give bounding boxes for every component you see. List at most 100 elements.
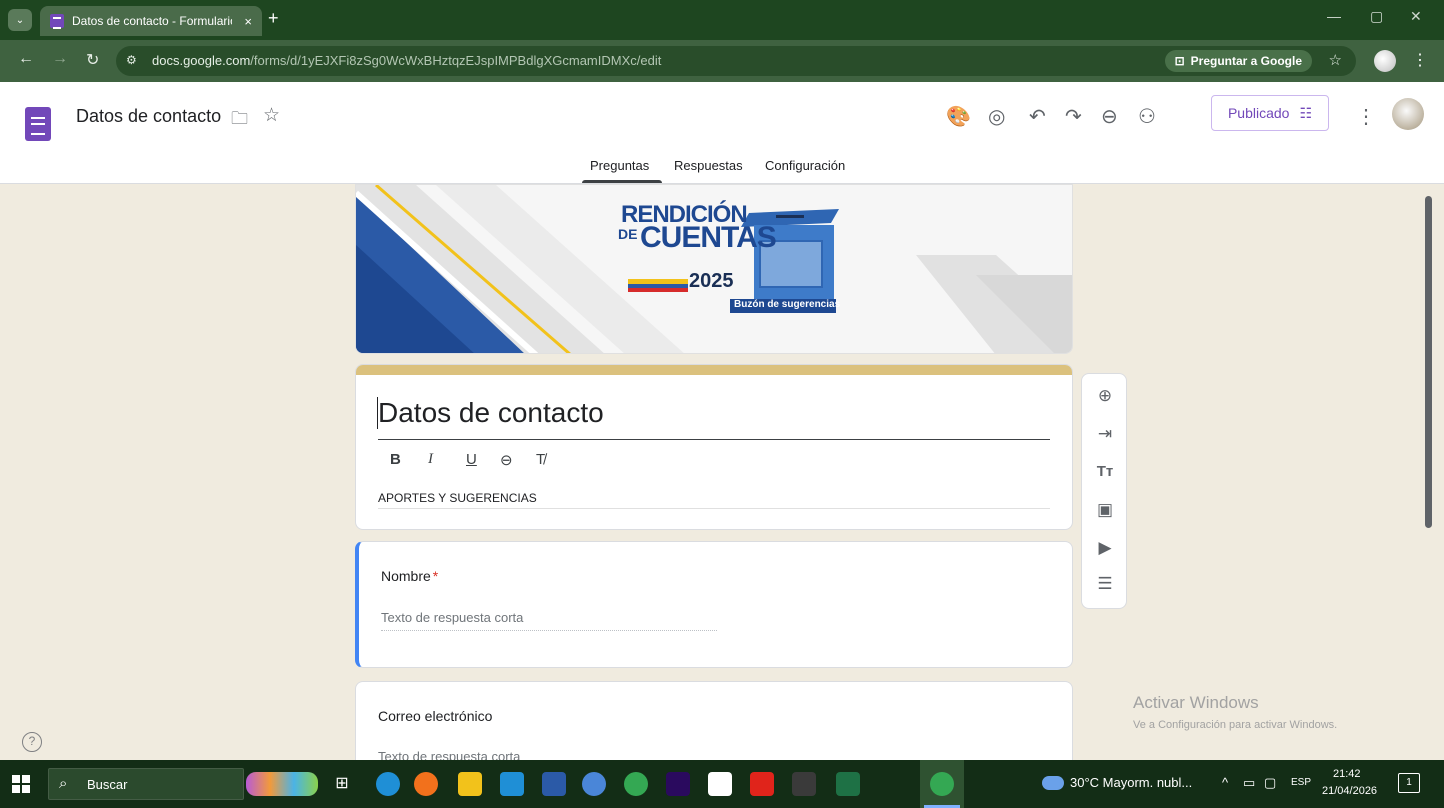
search-highlight-icon[interactable] [246, 772, 318, 796]
underline-button[interactable]: U [466, 451, 477, 468]
forward-arrow-icon[interactable]: → [52, 50, 68, 68]
chrome-icon[interactable] [624, 772, 648, 796]
banner-title-prefix: DE [618, 226, 638, 242]
capcut-icon[interactable] [708, 772, 732, 796]
clock-date[interactable]: 21/04/2026 [1322, 785, 1377, 797]
notification-center-icon[interactable]: 1 [1398, 773, 1420, 793]
import-questions-icon[interactable]: ⇥ [1093, 422, 1117, 446]
taskbar-search-box[interactable]: ⌕ Buscar [48, 768, 244, 800]
url-text: docs.google.com/forms/d/1yEJXFi8zSg0WcWx… [152, 53, 661, 68]
bookmark-star-icon[interactable]: ☆ [1329, 51, 1342, 69]
add-video-icon[interactable]: ▶ [1093, 536, 1117, 560]
add-image-icon[interactable]: ▣ [1093, 498, 1117, 522]
new-tab-button[interactable]: + [268, 8, 279, 29]
chrome-menu-icon[interactable]: ⋮ [1412, 50, 1428, 70]
site-settings-icon[interactable]: ⚙ [126, 53, 137, 67]
question-card-nombre[interactable]: Nombre * Texto de respuesta corta [355, 541, 1073, 668]
help-icon[interactable]: ? [22, 732, 42, 752]
forms-favicon-icon [50, 14, 64, 29]
tab-preguntas[interactable]: Preguntas [590, 158, 649, 173]
outlook-icon[interactable] [582, 772, 606, 796]
title-underline [378, 439, 1050, 440]
display-icon[interactable]: ▢ [1264, 775, 1276, 791]
publish-button[interactable]: Publicado ☷ [1211, 95, 1329, 131]
browser-tab-strip: ⌄ Datos de contacto - Formulario × + — ▢… [0, 0, 1444, 40]
tab-respuestas[interactable]: Respuestas [674, 158, 743, 173]
form-title-card[interactable]: Datos de contacto B I U ⊖ T̸ APORTES Y S… [355, 364, 1073, 530]
question-card-correo[interactable]: Correo electrónico Texto de respuesta co… [355, 681, 1073, 760]
active-tab-indicator [582, 180, 662, 183]
notification-count: 1 [1406, 777, 1412, 788]
tab-close-icon[interactable]: × [244, 14, 252, 29]
publish-settings-icon: ☷ [1299, 104, 1313, 121]
clear-formatting-icon[interactable]: T̸ [536, 451, 545, 468]
insert-link-icon[interactable]: ⊖ [500, 451, 513, 469]
window-maximize-button[interactable]: ▢ [1370, 8, 1383, 25]
add-collaborators-icon[interactable]: ⚇ [1138, 104, 1156, 129]
lens-icon: ⊡ [1174, 54, 1185, 68]
address-bar[interactable]: ⚙ docs.google.com/forms/d/1yEJXFi8zSg0Wc… [116, 46, 1356, 76]
ask-google-label: Preguntar a Google [1190, 54, 1302, 68]
input-language[interactable]: ESP [1291, 777, 1311, 788]
microsoft-store-icon[interactable] [500, 772, 524, 796]
app-icon[interactable] [792, 772, 816, 796]
window-minimize-button[interactable]: — [1327, 8, 1341, 24]
form-description-input[interactable]: APORTES Y SUGERENCIAS [378, 491, 537, 505]
italic-button[interactable]: I [428, 451, 433, 468]
undo-icon[interactable]: ↶ [1029, 104, 1046, 129]
form-header-banner: RENDICIÓN DE CUENTAS 2025 Buzón de suger… [355, 184, 1073, 354]
redo-icon[interactable]: ↷ [1065, 104, 1082, 129]
chrome-profile-avatar[interactable] [1374, 50, 1396, 72]
document-title[interactable]: Datos de contacto [76, 106, 221, 127]
ask-google-button[interactable]: ⊡ Preguntar a Google [1164, 50, 1312, 72]
file-explorer-icon[interactable] [458, 772, 482, 796]
edge-browser-icon[interactable] [376, 772, 400, 796]
question-title-text: Nombre [381, 568, 431, 584]
acrobat-icon[interactable] [750, 772, 774, 796]
windows-start-icon[interactable] [12, 775, 30, 793]
tab-search-button[interactable]: ⌄ [8, 9, 32, 31]
weather-cloud-icon [1042, 776, 1064, 790]
add-section-icon[interactable]: ☰ [1093, 572, 1117, 596]
more-options-icon[interactable]: ⋮ [1356, 104, 1376, 129]
form-title-input[interactable]: Datos de contacto [378, 397, 604, 429]
clock-time[interactable]: 21:42 [1333, 768, 1361, 780]
reload-icon[interactable]: ↻ [86, 50, 99, 70]
move-to-folder-icon[interactable]: 🗀 [231, 106, 248, 135]
excel-icon[interactable] [836, 772, 860, 796]
star-icon[interactable]: ☆ [263, 104, 280, 127]
activate-windows-title: Activar Windows [1133, 693, 1259, 712]
tab-title: Datos de contacto - Formulario [72, 14, 232, 28]
add-question-icon[interactable]: ⊕ [1093, 384, 1117, 408]
question-toolbar: ⊕ ⇥ Tт ▣ ▶ ☰ [1081, 373, 1127, 609]
browser-tab-active[interactable]: Datos de contacto - Formulario × [40, 6, 262, 36]
weather-text[interactable]: 30°C Mayorm. nubl... [1070, 775, 1192, 790]
account-avatar[interactable] [1392, 98, 1424, 130]
publish-label: Publicado [1227, 105, 1290, 121]
task-view-icon[interactable]: ⊞ [330, 772, 354, 796]
network-icon[interactable]: ▭ [1243, 775, 1255, 791]
firefox-icon[interactable] [414, 772, 438, 796]
bold-button[interactable]: B [390, 451, 401, 468]
description-underline [378, 508, 1050, 509]
tab-configuracion[interactable]: Configuración [765, 158, 845, 173]
back-arrow-icon[interactable]: ← [18, 50, 34, 68]
question-title[interactable]: Nombre * [381, 568, 438, 584]
premiere-pro-icon[interactable] [666, 772, 690, 796]
word-icon[interactable] [542, 772, 566, 796]
add-title-description-icon[interactable]: Tт [1093, 460, 1117, 484]
show-hidden-icons-icon[interactable]: ^ [1222, 775, 1228, 790]
copy-link-icon[interactable]: ⊖ [1101, 104, 1118, 129]
google-forms-logo-icon[interactable] [25, 107, 51, 141]
url-path: /forms/d/1yEJXFi8zSg0WcWxBHztqzEJspIMPBd… [250, 53, 662, 68]
window-close-button[interactable]: ✕ [1410, 8, 1422, 25]
chrome-active-icon[interactable] [930, 772, 954, 796]
customize-theme-palette-icon[interactable]: 🎨 [946, 104, 971, 129]
search-icon: ⌕ [59, 775, 68, 792]
forms-tabs: Preguntas Respuestas Configuración [0, 152, 1444, 184]
page-scrollbar[interactable] [1425, 196, 1432, 528]
required-asterisk: * [432, 568, 439, 584]
preview-eye-icon[interactable]: ◎ [988, 104, 1005, 129]
banner-year: 2025 [689, 270, 734, 292]
question-title[interactable]: Correo electrónico [378, 708, 492, 724]
